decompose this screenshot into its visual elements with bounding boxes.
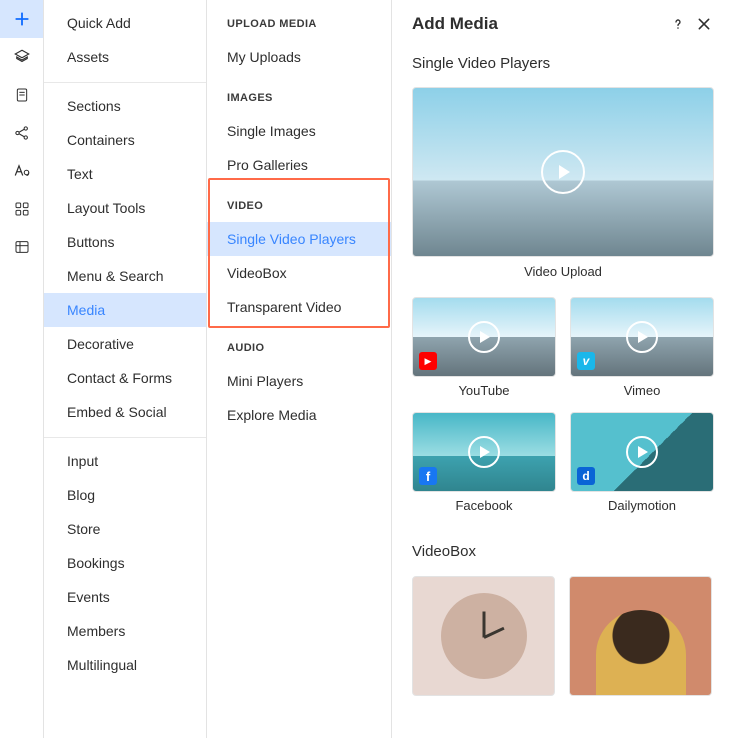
videobox-tile-person[interactable] xyxy=(569,576,712,696)
facebook-icon: f xyxy=(419,467,437,485)
dailymotion-icon: d xyxy=(577,467,595,485)
tile-dailymotion[interactable]: d Dailymotion xyxy=(570,412,714,513)
category-menu-search[interactable]: Menu & Search xyxy=(44,259,206,293)
category-group-main: Sections Containers Text Layout Tools Bu… xyxy=(44,82,206,429)
subcategory-title-audio: AUDIO xyxy=(207,324,391,364)
close-button[interactable] xyxy=(693,13,715,35)
subcategory-explore-media[interactable]: Explore Media xyxy=(207,398,391,432)
category-assets[interactable]: Assets xyxy=(44,40,206,74)
clock-illustration xyxy=(441,593,527,679)
share-icon xyxy=(13,124,31,142)
rail-table[interactable] xyxy=(0,228,43,266)
category-sections[interactable]: Sections xyxy=(44,89,206,123)
help-icon xyxy=(670,16,686,32)
videobox-tile-clock[interactable] xyxy=(412,576,555,696)
text-icon xyxy=(13,162,31,180)
youtube-icon: ▶ xyxy=(419,352,437,370)
tile-vimeo-thumb: v xyxy=(570,297,714,377)
tile-video-upload-caption: Video Upload xyxy=(412,257,714,279)
page-icon xyxy=(14,86,30,104)
subcategory-videobox[interactable]: VideoBox xyxy=(207,256,391,290)
videobox-grid xyxy=(412,576,712,696)
subcategory-transparent-video[interactable]: Transparent Video xyxy=(207,290,391,324)
subcategory-pro-galleries[interactable]: Pro Galleries xyxy=(207,148,391,182)
content-panel: Add Media Single Video Players Video Upl… xyxy=(392,0,735,738)
provider-grid: ▶ YouTube v Vimeo f Facebook xyxy=(412,297,714,513)
subcategory-title-video: VIDEO xyxy=(207,182,391,222)
play-icon xyxy=(626,321,658,353)
plus-icon xyxy=(11,8,33,30)
tile-dailymotion-caption: Dailymotion xyxy=(570,492,714,513)
subcategory-title-upload: UPLOAD MEDIA xyxy=(207,0,391,40)
subcategory-my-uploads[interactable]: My Uploads xyxy=(207,40,391,74)
section-heading-svp: Single Video Players xyxy=(412,55,715,72)
category-members[interactable]: Members xyxy=(44,614,206,648)
rail-layers[interactable] xyxy=(0,38,43,76)
tile-video-upload[interactable]: Video Upload xyxy=(412,87,714,279)
play-icon xyxy=(541,150,585,194)
subcategory-mini-players[interactable]: Mini Players xyxy=(207,364,391,398)
subcategory-single-video-players[interactable]: Single Video Players xyxy=(207,222,391,256)
category-containers[interactable]: Containers xyxy=(44,123,206,157)
play-icon xyxy=(468,436,500,468)
category-group-pinned: Quick Add Assets xyxy=(44,0,206,74)
category-input[interactable]: Input xyxy=(44,444,206,478)
rail-plus[interactable] xyxy=(0,0,43,38)
tile-facebook-caption: Facebook xyxy=(412,492,556,513)
panel-header: Add Media xyxy=(392,0,735,43)
category-layout-tools[interactable]: Layout Tools xyxy=(44,191,206,225)
play-icon xyxy=(468,321,500,353)
category-blog[interactable]: Blog xyxy=(44,478,206,512)
tile-facebook-thumb: f xyxy=(412,412,556,492)
category-multilingual[interactable]: Multilingual xyxy=(44,648,206,682)
apps-icon xyxy=(14,201,30,217)
rail-apps[interactable] xyxy=(0,190,43,228)
category-events[interactable]: Events xyxy=(44,580,206,614)
tile-facebook[interactable]: f Facebook xyxy=(412,412,556,513)
panel-body[interactable]: Single Video Players Video Upload ▶ YouT… xyxy=(392,43,735,738)
category-bookings[interactable]: Bookings xyxy=(44,546,206,580)
tile-vimeo[interactable]: v Vimeo xyxy=(570,297,714,398)
table-icon xyxy=(14,239,30,255)
category-store[interactable]: Store xyxy=(44,512,206,546)
tile-video-upload-thumb xyxy=(412,87,714,257)
category-media[interactable]: Media xyxy=(44,293,206,327)
tile-vimeo-caption: Vimeo xyxy=(570,377,714,398)
subcategory-column: UPLOAD MEDIA My Uploads IMAGES Single Im… xyxy=(207,0,392,738)
rail-text[interactable] xyxy=(0,152,43,190)
category-buttons[interactable]: Buttons xyxy=(44,225,206,259)
category-embed-social[interactable]: Embed & Social xyxy=(44,395,206,429)
category-decorative[interactable]: Decorative xyxy=(44,327,206,361)
subcategory-title-images: IMAGES xyxy=(207,74,391,114)
layers-icon xyxy=(13,48,31,66)
panel-title: Add Media xyxy=(412,14,663,34)
help-button[interactable] xyxy=(667,13,689,35)
tile-youtube-caption: YouTube xyxy=(412,377,556,398)
close-icon xyxy=(696,16,712,32)
tile-youtube[interactable]: ▶ YouTube xyxy=(412,297,556,398)
tile-dailymotion-thumb: d xyxy=(570,412,714,492)
rail-share[interactable] xyxy=(0,114,43,152)
category-contact-forms[interactable]: Contact & Forms xyxy=(44,361,206,395)
rail-page[interactable] xyxy=(0,76,43,114)
icon-rail xyxy=(0,0,44,738)
category-text[interactable]: Text xyxy=(44,157,206,191)
category-quick-add[interactable]: Quick Add xyxy=(44,6,206,40)
subcategory-single-images[interactable]: Single Images xyxy=(207,114,391,148)
section-heading-videobox: VideoBox xyxy=(412,543,715,560)
subcategory-video-block: VIDEO Single Video Players VideoBox Tran… xyxy=(207,182,391,324)
tile-youtube-thumb: ▶ xyxy=(412,297,556,377)
category-column: Quick Add Assets Sections Containers Tex… xyxy=(44,0,207,738)
category-group-apps: Input Blog Store Bookings Events Members… xyxy=(44,437,206,682)
play-icon xyxy=(626,436,658,468)
person-illustration xyxy=(596,610,686,695)
vimeo-icon: v xyxy=(577,352,595,370)
